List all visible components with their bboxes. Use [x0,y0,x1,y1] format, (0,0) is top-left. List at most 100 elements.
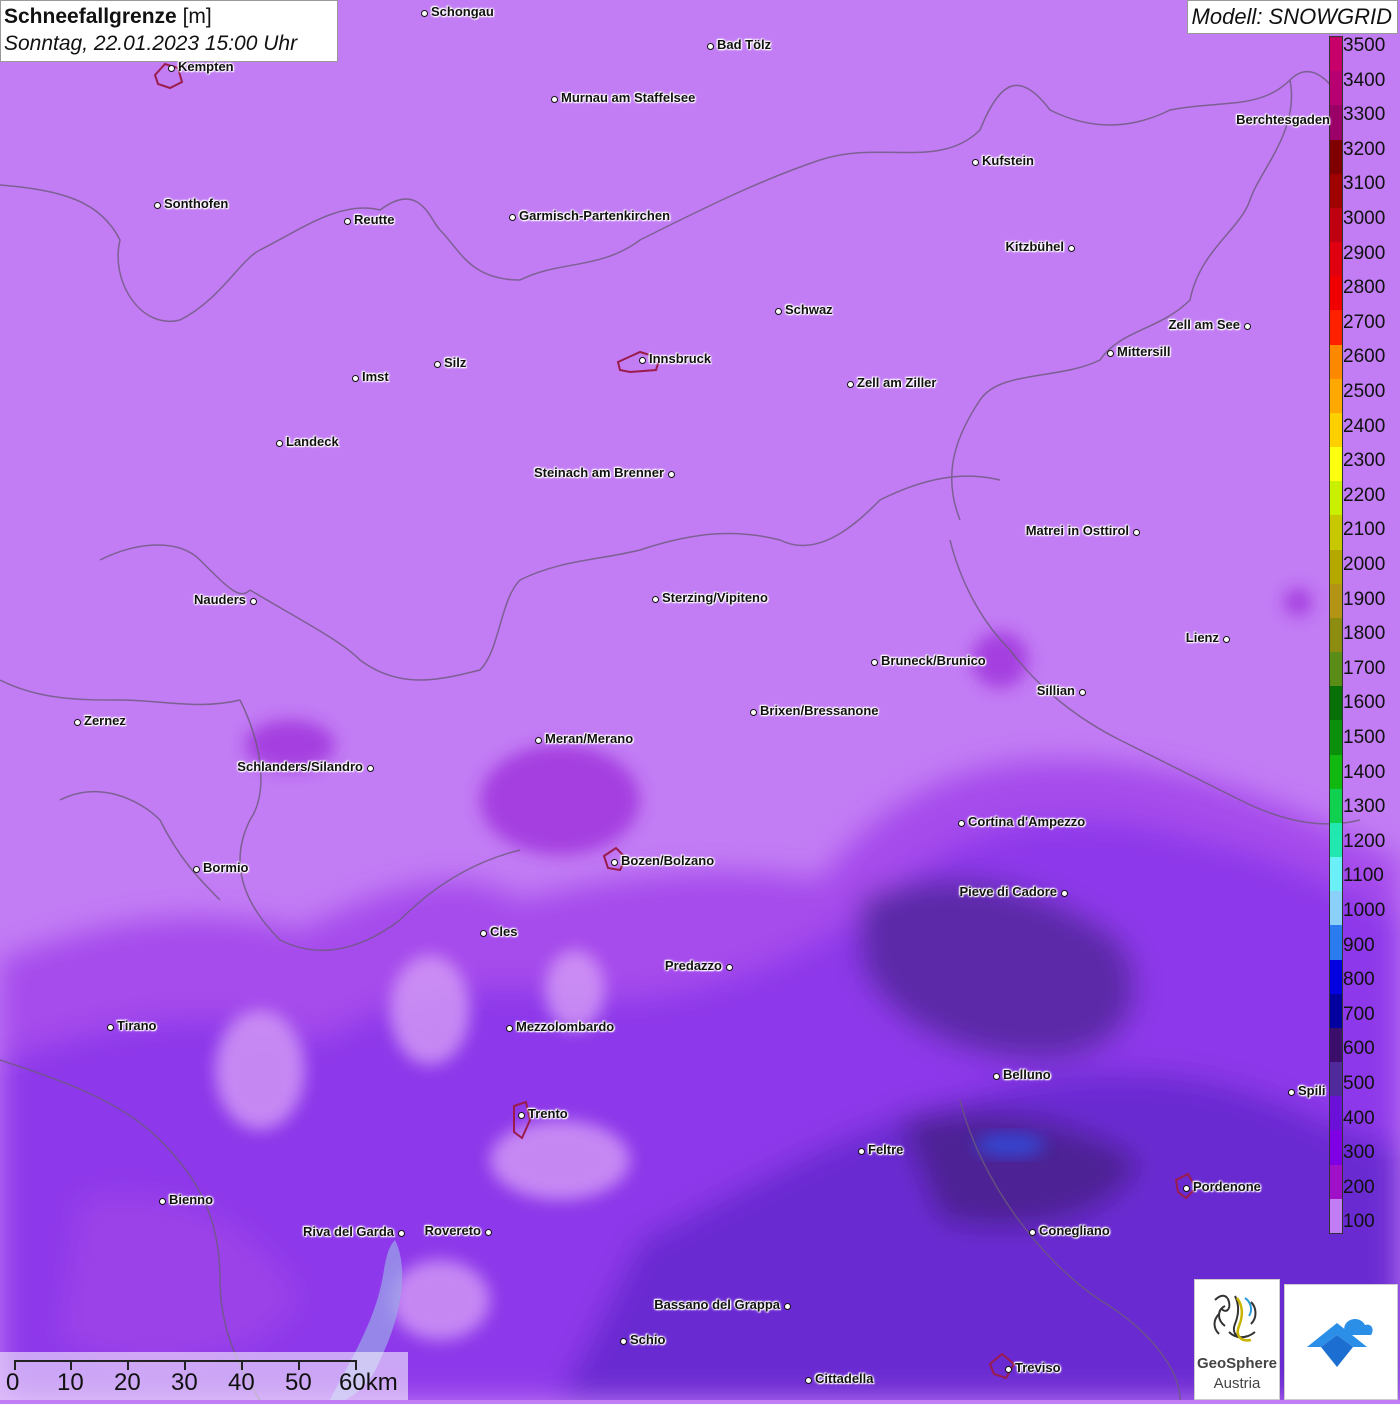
legend-color-cell [1330,447,1342,482]
legend-label: 400 [1343,1107,1375,1129]
city-label: Sterzing/Vipiteno [662,590,768,605]
city-marker [774,307,782,315]
city-label: Zell am Ziller [857,375,937,390]
legend-color-cell [1330,788,1342,823]
city-marker [484,1228,492,1236]
city-label: Kempten [178,59,234,74]
legend-label: 200 [1343,1176,1375,1198]
city-label: Conegliano [1039,1223,1110,1238]
legend-color-cell [1330,378,1342,413]
city-label: Murnau am Staffelsee [561,90,696,105]
city-label: Steinach am Brenner [533,465,664,480]
legend-color-cell [1330,891,1342,926]
city-label: Kitzbühel [1005,239,1065,254]
city-label: Meran/Merano [545,731,634,746]
legend-color-cell [1330,412,1342,448]
city-marker [706,42,714,50]
legend-label: 2900 [1343,242,1386,264]
city-label: Bad Tölz [717,37,772,52]
legend-label: 2400 [1343,415,1386,437]
city-marker [505,1024,513,1032]
city-label: Mezzolombardo [516,1019,615,1034]
city-label: Cortina d'Ampezzo [968,814,1086,829]
city-label: Cittadella [815,1371,874,1386]
legend-label: 1800 [1343,623,1386,645]
city-marker [1182,1184,1190,1192]
city-marker [249,597,257,605]
city-label: Reutte [354,212,395,227]
city-marker [804,1376,812,1384]
city-marker [971,158,979,166]
city-marker [870,658,878,666]
city-label: Cles [490,924,518,939]
legend-label: 3000 [1343,208,1386,229]
city-marker [1078,688,1086,696]
city-marker [749,708,757,716]
legend-label: 3200 [1343,138,1386,160]
legend-color-cell [1330,344,1342,379]
city-label: Bienno [169,1192,214,1207]
city-marker [725,963,733,971]
city-marker [397,1229,405,1237]
city-marker [957,819,965,827]
city-label: Feltre [868,1142,904,1157]
city-label: Sillian [1036,683,1075,698]
legend-label: 3100 [1343,173,1386,195]
legend-color-cell [1330,481,1342,516]
city-label: Imst [362,369,389,384]
city-label: Belluno [1003,1067,1051,1082]
legend-color-cell [1330,71,1342,106]
city-label: Rovereto [424,1223,481,1238]
legend-color-cell [1330,754,1342,789]
city-marker [73,718,81,726]
legend-labels: 3500 3400 3300 3200 3100 3000 2900 2800 2700 2600… [1343,36,1400,1234]
map-datetime: Sonntag, 22.01.2023 15:00 Uhr [4,32,298,55]
city-marker [651,595,659,603]
legend-color-cell [1330,139,1342,174]
geosphere-logo-icon [1213,1294,1257,1342]
legend-label: 700 [1343,1003,1375,1025]
city-marker [517,1111,525,1119]
city-label: Bormio [203,860,249,875]
scale-label: 60km [339,1369,398,1396]
city-label: Schio [630,1332,666,1347]
city-marker [550,95,558,103]
city-marker [508,213,516,221]
legend-label: 1400 [1343,761,1386,783]
city-label: Landeck [286,434,339,449]
legend-label: 3500 [1343,35,1386,56]
city-label: Treviso [1015,1360,1061,1375]
legend-label: 1100 [1343,865,1384,887]
city-marker [534,736,542,744]
scale-bar: 0 10 20 30 40 50 60km [0,1352,408,1400]
legend-label: 900 [1343,934,1375,956]
city-marker [1243,322,1251,330]
legend-label: 2700 [1343,311,1386,333]
legend-label: 2300 [1343,450,1386,472]
city-marker [420,9,428,17]
city-label: Zell am See [1168,317,1240,332]
legend-color-cell [1330,720,1342,755]
legend-color-cell [1330,1198,1342,1233]
city-label: Bozen/Bolzano [621,853,715,868]
city-marker [1132,528,1140,536]
legend-label: 1900 [1343,588,1386,610]
city-label: Trento [528,1106,568,1121]
legend-label: 300 [1343,1142,1375,1164]
legend-label: 600 [1343,1038,1375,1060]
city-marker [343,217,351,225]
legend-color-bar [1329,36,1343,1234]
city-marker [638,356,646,364]
legend-color-cell [1330,959,1342,994]
city-label: Sonthofen [164,196,229,211]
city-label: Garmisch-Partenkirchen [519,208,671,223]
city-marker [1060,889,1068,897]
city-label: Silz [444,355,467,370]
legend-label: 1300 [1343,796,1386,818]
legend-label: 2100 [1343,519,1386,541]
legend-label: 2500 [1343,381,1386,402]
legend-color-cell [1330,1130,1342,1165]
weather-app-logo [1284,1284,1398,1400]
legend-color-cell [1330,857,1342,892]
city-label: Bruneck/Brunico [881,653,986,668]
